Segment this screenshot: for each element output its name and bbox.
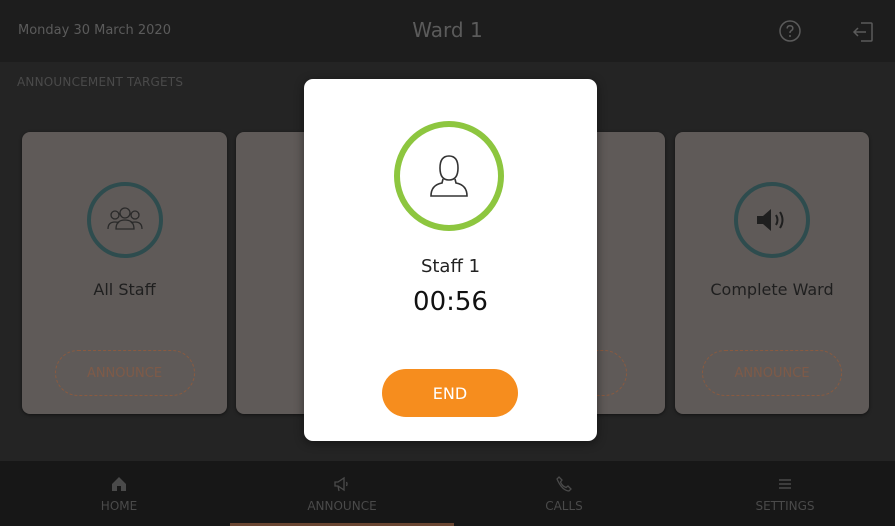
person-icon bbox=[430, 155, 468, 197]
end-button[interactable]: END bbox=[382, 369, 518, 417]
section-label: ANNOUNCEMENT TARGETS bbox=[17, 75, 184, 89]
announce-button[interactable]: ANNOUNCE bbox=[702, 350, 842, 396]
speaker-icon bbox=[734, 182, 810, 258]
group-icon bbox=[86, 182, 163, 258]
announce-button[interactable]: ANNOUNCE bbox=[54, 350, 195, 396]
avatar bbox=[394, 121, 504, 231]
nav-label: ANNOUNCE bbox=[307, 498, 377, 513]
app-header: Monday 30 March 2020 Ward 1 bbox=[0, 0, 895, 62]
nav-label: SETTINGS bbox=[755, 498, 815, 513]
bottom-nav: HOME ANNOUNCE CALLS SETTINGS bbox=[0, 461, 895, 526]
caller-name: Staff 1 bbox=[420, 256, 481, 277]
nav-item-announce[interactable]: ANNOUNCE bbox=[230, 461, 454, 526]
page-title: Ward 1 bbox=[412, 18, 483, 42]
nav-label: HOME bbox=[100, 498, 138, 513]
megaphone-icon bbox=[334, 476, 348, 491]
nav-item-home[interactable]: HOME bbox=[7, 461, 231, 526]
phone-icon bbox=[556, 475, 572, 492]
logout-icon[interactable] bbox=[851, 20, 875, 44]
call-timer: 00:56 bbox=[413, 287, 488, 317]
home-icon bbox=[112, 476, 126, 491]
target-card-complete-ward[interactable]: Complete Ward ANNOUNCE bbox=[675, 132, 869, 414]
help-icon[interactable] bbox=[779, 20, 801, 42]
target-card-all-staff[interactable]: All Staff ANNOUNCE bbox=[22, 132, 227, 414]
card-label: All Staff bbox=[93, 280, 156, 299]
nav-item-calls[interactable]: CALLS bbox=[452, 461, 676, 526]
nav-label: CALLS bbox=[545, 498, 583, 513]
nav-item-settings[interactable]: SETTINGS bbox=[673, 461, 895, 526]
card-label: Complete Ward bbox=[710, 280, 834, 299]
menu-icon bbox=[779, 478, 791, 489]
active-announcement-dialog: Staff 1 00:56 END bbox=[304, 79, 597, 441]
